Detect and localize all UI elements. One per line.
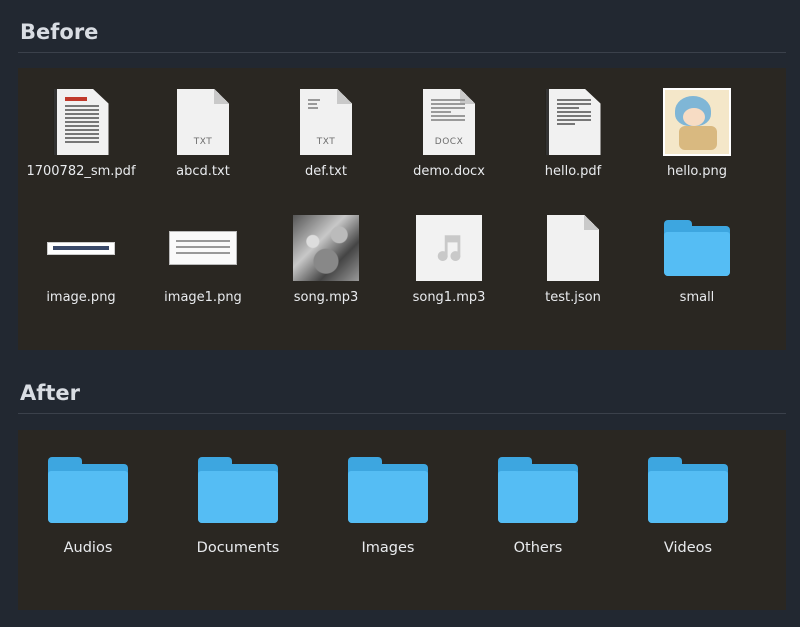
file-label: hello.png [666,164,728,179]
file-label: image1.png [164,290,242,305]
folder-item-documents[interactable]: Documents [175,454,301,556]
file-item[interactable]: DOCX demo.docx [386,86,512,179]
file-item[interactable]: hello.png [634,86,760,179]
blank-file-icon [547,215,599,281]
folder-item-audios[interactable]: Audios [25,454,151,556]
after-divider [18,413,786,414]
file-label: small [679,290,715,305]
folder-icon [348,457,428,523]
folder-item-images[interactable]: Images [325,454,451,556]
file-item[interactable]: TXT def.txt [263,86,389,179]
file-label: image.png [46,290,116,305]
file-item[interactable]: song1.mp3 [386,212,512,305]
album-art-icon [293,215,359,281]
folder-icon [198,457,278,523]
folder-icon [48,457,128,523]
folder-label: Videos [663,540,713,556]
image-thumbnail-icon [169,231,237,265]
folder-icon [648,457,728,523]
before-panel: 1700782_sm.pdf TXT abcd.txt TXT def.txt … [18,68,786,350]
pdf-document-icon [53,89,109,155]
folder-item-videos[interactable]: Videos [625,454,751,556]
text-file-icon: TXT [177,89,229,155]
file-item[interactable]: hello.pdf [510,86,636,179]
file-label: hello.pdf [544,164,602,179]
file-label: def.txt [305,164,347,179]
file-item[interactable]: image1.png [140,212,266,305]
image-thumbnail-icon [663,88,731,156]
text-file-icon: TXT [300,89,352,155]
file-label: 1700782_sm.pdf [26,164,136,179]
folder-label: Images [361,540,415,556]
file-item[interactable]: TXT abcd.txt [140,86,266,179]
folder-label: Audios [63,540,113,556]
after-panel: Audios Documents Images Others Videos [18,430,786,610]
folder-item-others[interactable]: Others [475,454,601,556]
file-label: test.json [545,290,601,305]
file-item[interactable]: image.png [18,212,144,305]
folder-label: Documents [196,540,280,556]
folder-icon [664,220,730,276]
file-item[interactable]: test.json [510,212,636,305]
file-label: song.mp3 [293,290,359,305]
pdf-document-icon [545,89,601,155]
folder-label: Others [513,540,563,556]
file-label: song1.mp3 [412,290,486,305]
docx-file-icon: DOCX [423,89,475,155]
file-item[interactable]: small [634,212,760,305]
file-label: demo.docx [413,164,485,179]
folder-icon [498,457,578,523]
music-note-icon [416,215,482,281]
file-label: abcd.txt [176,164,230,179]
file-item[interactable]: song.mp3 [263,212,389,305]
file-item[interactable]: 1700782_sm.pdf [18,86,144,179]
after-heading: After [20,381,81,405]
before-divider [18,52,786,53]
image-thumbnail-icon [47,241,115,255]
before-heading: Before [20,20,99,44]
